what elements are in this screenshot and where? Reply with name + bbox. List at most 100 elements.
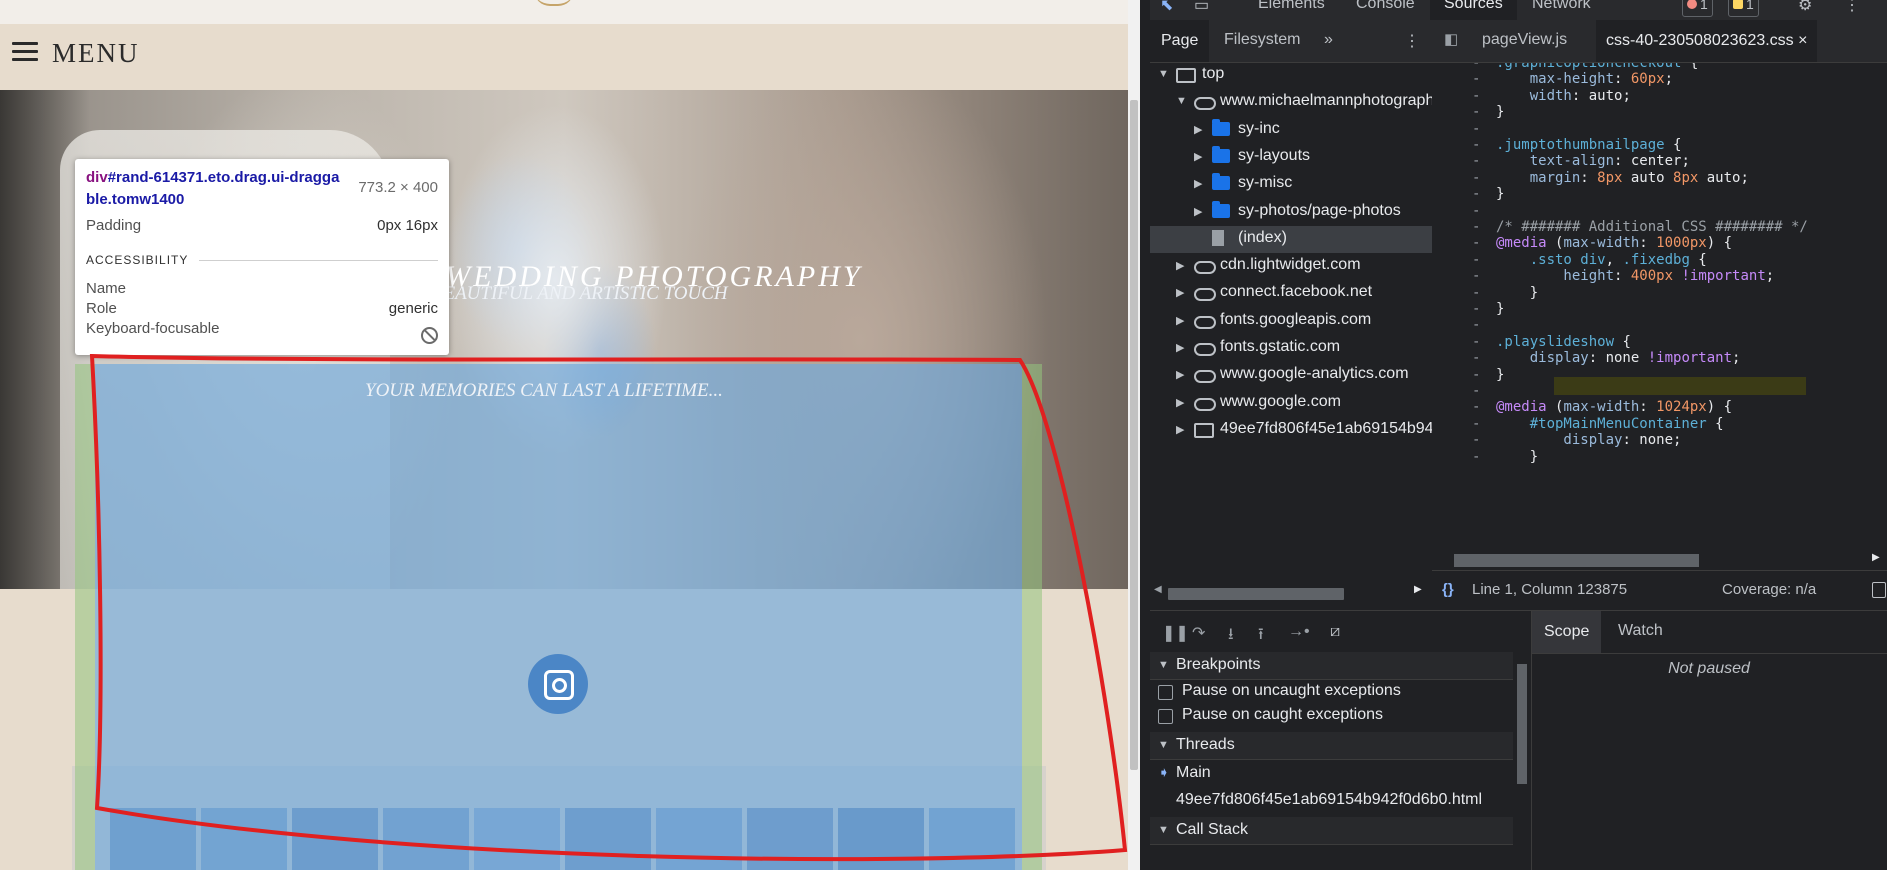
tree-item[interactable]: ▶ www.google-analytics.com [1150,362,1432,389]
site-top-bar [0,0,1128,24]
code-editor[interactable]: - .graphicoptioncheckout {- max-height: 6… [1432,63,1887,550]
collapsed-arrow-icon[interactable]: ▶ [1176,396,1184,409]
tree-item-label: sy-misc [1238,174,1293,192]
file-tree-scrollbar[interactable]: ◀ ▶ [1150,582,1432,604]
file-tree: ▼ top ▼ www.michaelmannphotography.com ▶ sy-i… [1150,62,1432,582]
editor-tab-pageview[interactable]: pageView.js [1482,31,1567,49]
tooltip-padding-row: Padding 0px 16px [86,217,438,234]
tree-item[interactable]: ▶ fonts.googleapis.com [1150,308,1432,335]
code-line: - } [1432,447,1887,467]
tooltip-selector: div#rand-614371.eto.drag.ui-draggable.to… [86,169,340,208]
close-tab-icon[interactable]: × [1798,32,1807,49]
cloud-icon [1194,370,1216,384]
file-icon [1212,229,1224,246]
current-thread-icon: ➧ [1158,764,1170,780]
step-over-icon[interactable]: ↷ [1192,623,1205,643]
more-tabs-icon[interactable]: » [1324,31,1333,49]
tree-item[interactable]: ▶ www.google.com [1150,390,1432,417]
tooltip-name-row: Name [86,280,127,297]
cloud-icon [1194,97,1216,111]
website-scrollbar-thumb[interactable] [1130,100,1138,770]
tree-item-label: cdn.lightwidget.com [1220,256,1361,274]
tree-item[interactable]: ▶ sy-inc [1150,117,1432,144]
breakpoints-scrollbar[interactable] [1513,652,1531,870]
tree-item[interactable]: (index) [1150,225,1432,253]
pretty-print-icon[interactable]: {} [1442,581,1454,598]
coverage-icon[interactable] [1872,582,1886,598]
tab-watch[interactable]: Watch [1618,622,1663,640]
inspect-cursor-icon[interactable]: ⬉ [1160,0,1173,15]
collapsed-arrow-icon[interactable]: ▶ [1176,286,1184,299]
step-into-icon[interactable]: ⭳ [1228,623,1234,650]
pause-caught-checkbox[interactable] [1158,709,1173,724]
expanded-arrow-icon[interactable]: ▼ [1158,68,1169,80]
tree-item[interactable]: ▶ cdn.lightwidget.com [1150,253,1432,280]
collapsed-arrow-icon[interactable]: ▶ [1176,423,1184,436]
collapsed-arrow-icon[interactable]: ▶ [1176,314,1184,327]
tree-item-label: sy-layouts [1238,146,1311,164]
tree-item[interactable]: ▶ connect.facebook.net [1150,280,1432,307]
coverage-status: Coverage: n/a [1722,581,1817,598]
tree-item-label: www.google-analytics.com [1220,365,1409,383]
tree-item[interactable]: ▶ sy-photos/page-photos [1150,199,1432,226]
error-badge[interactable]: 1 [1682,0,1713,17]
thread-main[interactable]: ➧ Main [1150,761,1513,788]
hamburger-icon[interactable] [12,42,38,62]
deactivate-breakpoints-icon[interactable]: ⧄ [1330,623,1340,641]
tab-sources[interactable]: Sources [1430,0,1517,20]
logo-partial [534,0,574,6]
tree-item[interactable]: ▶ 49ee7fd806f45e1ab69154b942f0d6b0 [1150,417,1432,444]
collapsed-arrow-icon[interactable]: ▶ [1176,259,1184,272]
breakpoints-header[interactable]: ▼ Breakpoints [1150,652,1513,680]
tree-item[interactable]: ▶ fonts.gstatic.com [1150,335,1432,362]
tree-item[interactable]: ▶ sy-misc [1150,171,1432,198]
folder-icon [1212,173,1230,191]
expanded-arrow-icon[interactable]: ▼ [1176,95,1187,107]
element-highlight-overlay [95,364,1022,870]
collapsed-arrow-icon[interactable]: ▶ [1194,123,1202,136]
editor-tab-css[interactable]: css-40-230508023623.css × [1596,20,1818,62]
tree-item-label: fonts.googleapis.com [1220,310,1372,328]
collapsed-arrow-icon[interactable]: ▶ [1176,341,1184,354]
tab-console[interactable]: Console [1356,0,1415,13]
thread-file[interactable]: 49ee7fd806f45e1ab69154b942f0d6b0.html [1150,788,1513,815]
warning-badge[interactable]: 1 [1728,0,1759,17]
tooltip-accessibility-heading: ACCESSIBILITY [86,253,189,267]
devtools-tabbar: ⬉ ▭ Elements Console Sources Network 1 1… [1150,0,1887,21]
tooltip-divider [199,260,438,261]
tab-page[interactable]: Page [1150,20,1210,62]
collapsed-arrow-icon[interactable]: ▶ [1194,205,1202,218]
highlight-padding-left [75,364,95,870]
tab-scope[interactable]: Scope [1532,611,1602,653]
toggle-navigator-icon[interactable]: ◧ [1444,30,1458,48]
folder-icon [1212,145,1230,163]
navigator-menu-icon[interactable]: ⋮ [1404,31,1420,51]
tree-item[interactable]: ▼ top [1150,62,1432,89]
tree-item-label: sy-inc [1238,119,1280,137]
code-text: } [1496,448,1539,465]
cloud-icon [1194,288,1216,302]
more-options-icon[interactable]: ⋮ [1844,0,1860,15]
menu-label[interactable]: MENU [52,38,140,69]
tree-item[interactable]: ▼ www.michaelmannphotography.com [1150,89,1432,116]
tab-filesystem[interactable]: Filesystem [1224,31,1300,49]
pause-uncaught-option[interactable]: Pause on uncaught exceptions [1150,680,1513,704]
tab-network[interactable]: Network [1532,0,1591,13]
tree-item-label: www.michaelmannphotography.com [1220,92,1432,110]
step-icon[interactable]: →• [1288,623,1310,641]
step-out-icon[interactable]: ⭱ [1258,623,1264,650]
collapsed-arrow-icon[interactable]: ▶ [1176,368,1184,381]
device-toggle-icon[interactable]: ▭ [1194,0,1209,15]
tree-item[interactable]: ▶ sy-layouts [1150,144,1432,171]
pause-icon[interactable]: ❚❚ [1162,623,1189,643]
collapsed-arrow-icon[interactable]: ▶ [1194,177,1202,190]
instagram-icon[interactable] [528,654,588,714]
tab-elements[interactable]: Elements [1258,0,1325,13]
editor-scrollbar[interactable]: ▶ [1432,550,1887,570]
threads-header[interactable]: ▼ Threads [1150,732,1513,760]
call-stack-header[interactable]: ▼ Call Stack [1150,817,1513,845]
pause-caught-option[interactable]: Pause on caught exceptions [1150,704,1513,728]
settings-gear-icon[interactable]: ⚙ [1798,0,1812,15]
pause-uncaught-checkbox[interactable] [1158,685,1173,700]
collapsed-arrow-icon[interactable]: ▶ [1194,150,1202,163]
